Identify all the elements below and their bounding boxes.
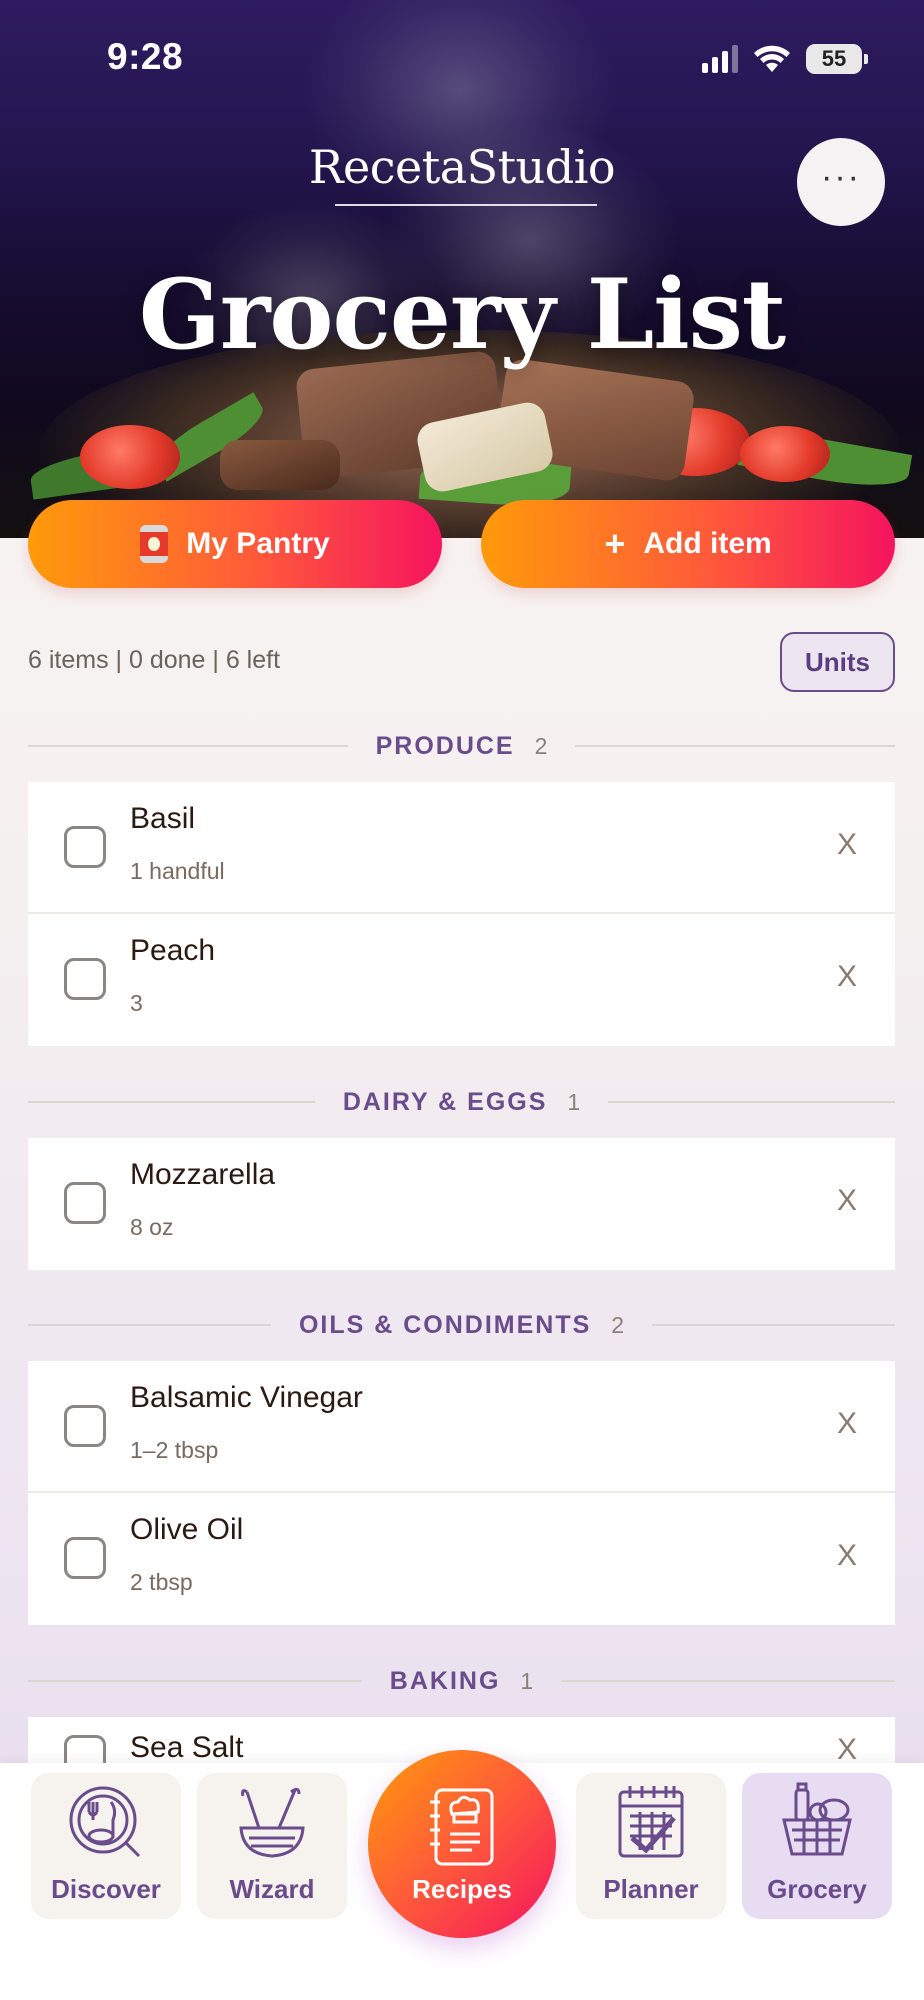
section-header-dairy-eggs: DAIRY & EGGS 1 xyxy=(28,1082,896,1122)
cellular-signal-icon xyxy=(702,45,738,73)
remove-item-button[interactable]: X xyxy=(837,828,857,862)
item-name: Peach xyxy=(130,934,216,967)
list-item: Peach 3 X xyxy=(28,914,895,1046)
item-checkbox[interactable] xyxy=(64,1537,106,1579)
section-header-produce: PRODUCE 2 xyxy=(28,726,895,766)
status-icons: 55 xyxy=(702,44,868,74)
my-pantry-label: My Pantry xyxy=(186,527,330,560)
item-quantity: 3 xyxy=(130,990,143,1016)
nav-label: Recipes xyxy=(412,1873,512,1904)
can-icon xyxy=(140,525,169,563)
item-name: Balsamic Vinegar xyxy=(130,1381,363,1414)
add-item-button[interactable]: + Add item xyxy=(481,500,895,588)
section-label: BAKING xyxy=(389,1666,501,1695)
item-quantity: 8 oz xyxy=(130,1214,174,1240)
wifi-icon xyxy=(754,45,790,72)
section-label: PRODUCE xyxy=(375,731,515,760)
list-summary: 6 items | 0 done | 6 left xyxy=(28,646,281,674)
my-pantry-button[interactable]: My Pantry xyxy=(28,500,442,588)
nav-label: Planner xyxy=(603,1874,699,1904)
item-quantity: 1–2 tbsp xyxy=(130,1437,219,1463)
item-checkbox[interactable] xyxy=(64,826,106,868)
list-item: Basil 1 handful X xyxy=(28,782,895,914)
remove-item-button[interactable]: X xyxy=(837,1733,857,1763)
item-name: Basil xyxy=(130,802,196,835)
section-label: DAIRY & EGGS xyxy=(342,1087,548,1116)
section-label: OILS & CONDIMENTS xyxy=(298,1310,592,1339)
brand-underline xyxy=(335,204,597,206)
page-title: Grocery List xyxy=(138,258,786,371)
section-card-oils-condiments: Balsamic Vinegar 1–2 tbsp X Olive Oil 2 … xyxy=(28,1361,895,1625)
units-button[interactable]: Units xyxy=(780,632,895,692)
status-time: 9:28 xyxy=(107,36,184,77)
section-count: 2 xyxy=(611,1311,625,1338)
recipe-book-icon xyxy=(430,1788,494,1865)
item-checkbox[interactable] xyxy=(64,958,106,1000)
item-quantity: 2 tbsp xyxy=(130,1569,193,1595)
nav-tab-planner[interactable]: Planner xyxy=(576,1773,726,1919)
nav-tab-recipes[interactable]: Recipes xyxy=(368,1750,556,1938)
mixing-bowl-icon xyxy=(239,1787,305,1858)
remove-item-button[interactable]: X xyxy=(837,960,857,994)
remove-item-button[interactable]: X xyxy=(837,1407,857,1441)
nav-tab-discover[interactable]: Discover xyxy=(31,1773,181,1919)
section-card-produce: Basil 1 handful X Peach 3 X xyxy=(28,782,895,1046)
section-header-oils-condiments: OILS & CONDIMENTS 2 xyxy=(28,1305,896,1345)
brand-logo: RecetaStudio xyxy=(308,140,616,194)
list-item: Olive Oil 2 tbsp X xyxy=(28,1493,895,1625)
nav-label: Grocery xyxy=(767,1874,867,1904)
add-item-label: Add item xyxy=(643,527,772,560)
plus-icon: + xyxy=(604,523,626,564)
item-quantity: 1 handful xyxy=(130,858,225,884)
calendar-icon xyxy=(618,1786,684,1858)
list-item: Mozzarella 8 oz X xyxy=(28,1138,895,1270)
item-checkbox[interactable] xyxy=(64,1735,106,1763)
remove-item-button[interactable]: X xyxy=(837,1539,857,1573)
more-options-button[interactable]: ··· xyxy=(797,138,885,226)
item-checkbox[interactable] xyxy=(64,1182,106,1224)
grocery-basket-icon xyxy=(782,1782,852,1856)
section-header-baking: BAKING 1 xyxy=(28,1661,895,1701)
section-count: 1 xyxy=(567,1088,581,1115)
nav-tab-grocery[interactable]: Grocery xyxy=(742,1773,892,1919)
section-count: 2 xyxy=(534,732,548,759)
section-card-dairy-eggs: Mozzarella 8 oz X xyxy=(28,1138,895,1270)
section-count: 1 xyxy=(520,1667,534,1694)
item-name: Olive Oil xyxy=(130,1513,244,1546)
remove-item-button[interactable]: X xyxy=(837,1184,857,1218)
discover-icon xyxy=(69,1786,141,1858)
item-name: Sea Salt xyxy=(130,1731,244,1763)
item-name: Mozzarella xyxy=(130,1158,276,1191)
battery-icon: 55 xyxy=(806,44,868,74)
nav-tab-wizard[interactable]: Wizard xyxy=(197,1773,347,1919)
list-item: Balsamic Vinegar 1–2 tbsp X xyxy=(28,1361,895,1493)
item-checkbox[interactable] xyxy=(64,1405,106,1447)
nav-label: Discover xyxy=(51,1874,161,1904)
nav-label: Wizard xyxy=(229,1874,315,1904)
